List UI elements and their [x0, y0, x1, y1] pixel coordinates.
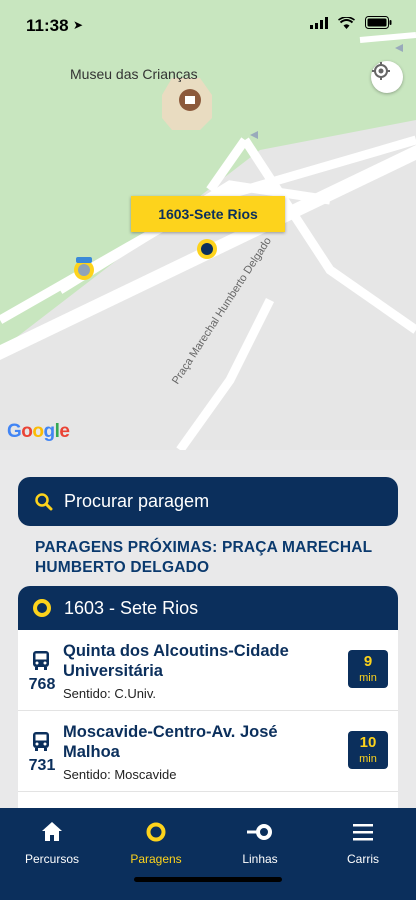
- stop-ring-icon: [33, 599, 51, 617]
- tab-label: Paragens: [130, 852, 182, 866]
- tab-carris[interactable]: Carris: [318, 820, 408, 866]
- route-direction: Sentido: C.Univ.: [63, 686, 156, 701]
- wifi-icon: [338, 16, 355, 29]
- tab-label: Carris: [347, 852, 379, 866]
- menu-icon: [353, 824, 373, 841]
- bus-icon: [33, 651, 49, 670]
- tab-linhas[interactable]: Linhas: [215, 820, 305, 866]
- nearby-stops-title: PARAGENS PRÓXIMAS: PRAÇA MARECHAL HUMBER…: [35, 539, 372, 576]
- search-icon: [35, 492, 53, 510]
- stop-title: 1603 - Sete Rios: [64, 597, 199, 618]
- bus-icon: [33, 732, 49, 751]
- eta-unit: min: [359, 753, 377, 765]
- location-arrow-icon: ➤: [73, 18, 84, 32]
- tab-percursos[interactable]: Percursos: [7, 820, 97, 866]
- home-indicator[interactable]: [134, 877, 282, 882]
- route-destination: Moscavide-Centro-Av. José Malhoa: [63, 723, 278, 761]
- signal-icon: [310, 16, 328, 29]
- route-row[interactable]: 731 Moscavide-Centro-Av. José Malhoa Sen…: [18, 711, 398, 792]
- selected-stop-callout[interactable]: 1603-Sete Rios: [131, 196, 285, 232]
- tab-label: Linhas: [242, 852, 278, 866]
- tab-bar: Percursos Paragens Linhas Carris: [0, 808, 416, 900]
- route-number: 731: [28, 757, 56, 774]
- route-direction: Sentido: Moscavide: [63, 767, 177, 782]
- eta-unit: min: [359, 672, 377, 684]
- my-location-button[interactable]: [371, 61, 403, 93]
- home-icon: [42, 822, 62, 841]
- route-row[interactable]: 768 Quinta dos Alcoutins-Cidade Universi…: [18, 630, 398, 711]
- route-destination: Quinta dos Alcoutins-Cidade Universitári…: [63, 642, 289, 680]
- status-bar: 11:38 ➤: [0, 0, 416, 50]
- battery-icon: [365, 16, 392, 29]
- crosshair-icon: [372, 62, 390, 80]
- map-view[interactable]: Museu das Crianças 1603-Sete Rios Praça …: [0, 0, 416, 450]
- eta-value: 9: [363, 653, 373, 670]
- eta-badge: 9 min: [348, 650, 388, 688]
- status-time: 11:38: [26, 16, 69, 35]
- stop-header[interactable]: 1603 - Sete Rios: [18, 586, 398, 630]
- eta-value: 10: [359, 734, 377, 751]
- tab-paragens[interactable]: Paragens: [111, 820, 201, 866]
- stop-ring-icon: [146, 822, 166, 842]
- eta-badge: 10 min: [348, 731, 388, 769]
- poi-label[interactable]: Museu das Crianças: [70, 66, 198, 82]
- search-bar[interactable]: Procurar paragem: [18, 477, 398, 526]
- search-placeholder: Procurar paragem: [64, 491, 210, 511]
- route-number: 768: [28, 676, 56, 693]
- line-icon: [247, 824, 272, 840]
- tab-label: Percursos: [24, 852, 80, 866]
- google-logo: Google: [7, 421, 70, 442]
- stop-card: 1603 - Sete Rios 768 Quinta dos Alcoutin…: [18, 586, 398, 808]
